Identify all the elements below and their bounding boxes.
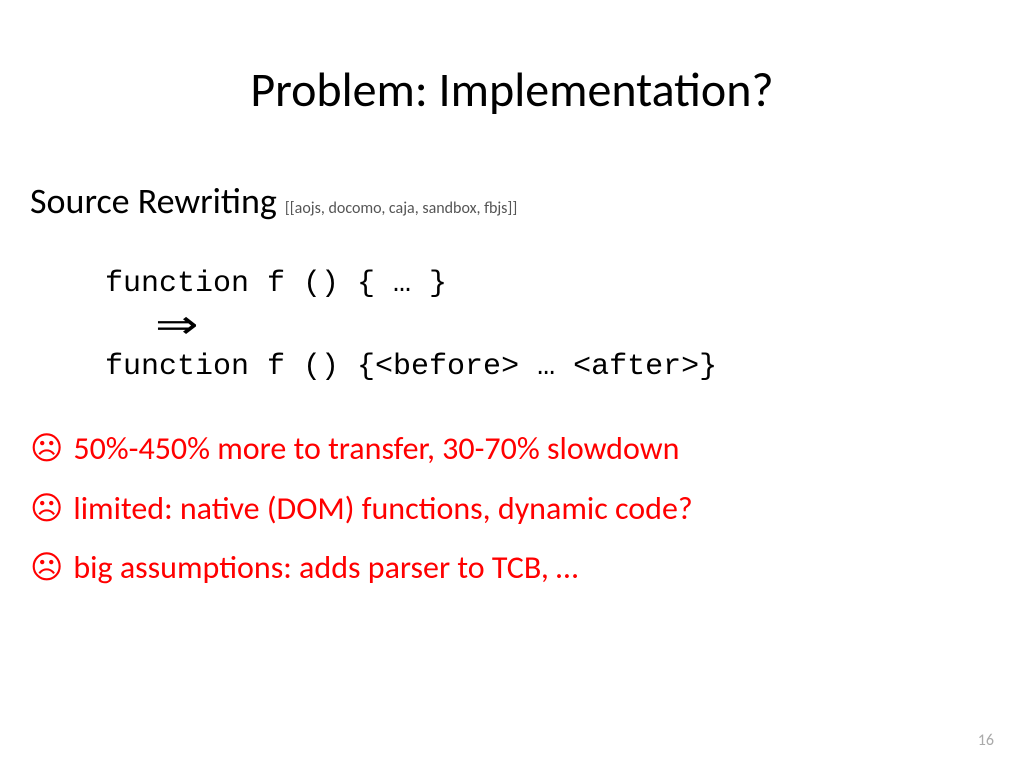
con-item-2: ☹ limited: native (DOM) functions, dynam…	[30, 488, 994, 530]
code-example: function f () { … } ⇒ function f () {<be…	[105, 263, 994, 388]
sad-face-icon: ☹	[30, 428, 63, 470]
slide-container: Problem: Implementation? Source Rewritin…	[0, 0, 1024, 768]
code-line-after: function f () {<before> … <after>}	[105, 346, 994, 388]
sad-face-icon: ☹	[30, 488, 63, 530]
con-text-3: big assumptions: adds parser to TCB, …	[73, 547, 578, 589]
citation-text: [[aojs, docomo, caja, sandbox, fbjs]]	[285, 199, 517, 218]
cons-list: ☹ 50%-450% more to transfer, 30-70% slow…	[30, 428, 994, 589]
implies-arrow-icon: ⇒	[155, 305, 199, 345]
sad-face-icon: ☹	[30, 547, 63, 589]
con-text-1: 50%-450% more to transfer, 30-70% slowdo…	[73, 428, 679, 470]
subheading-row: Source Rewriting [[aojs, docomo, caja, s…	[30, 179, 994, 223]
slide-title: Problem: Implementation?	[30, 60, 994, 119]
con-item-3: ☹ big assumptions: adds parser to TCB, …	[30, 547, 994, 589]
arrow-row: ⇒	[105, 305, 994, 346]
page-number: 16	[978, 731, 994, 750]
code-line-before: function f () { … }	[105, 263, 994, 305]
con-text-2: limited: native (DOM) functions, dynamic…	[73, 488, 692, 530]
con-item-1: ☹ 50%-450% more to transfer, 30-70% slow…	[30, 428, 994, 470]
subheading-text: Source Rewriting	[30, 179, 277, 223]
